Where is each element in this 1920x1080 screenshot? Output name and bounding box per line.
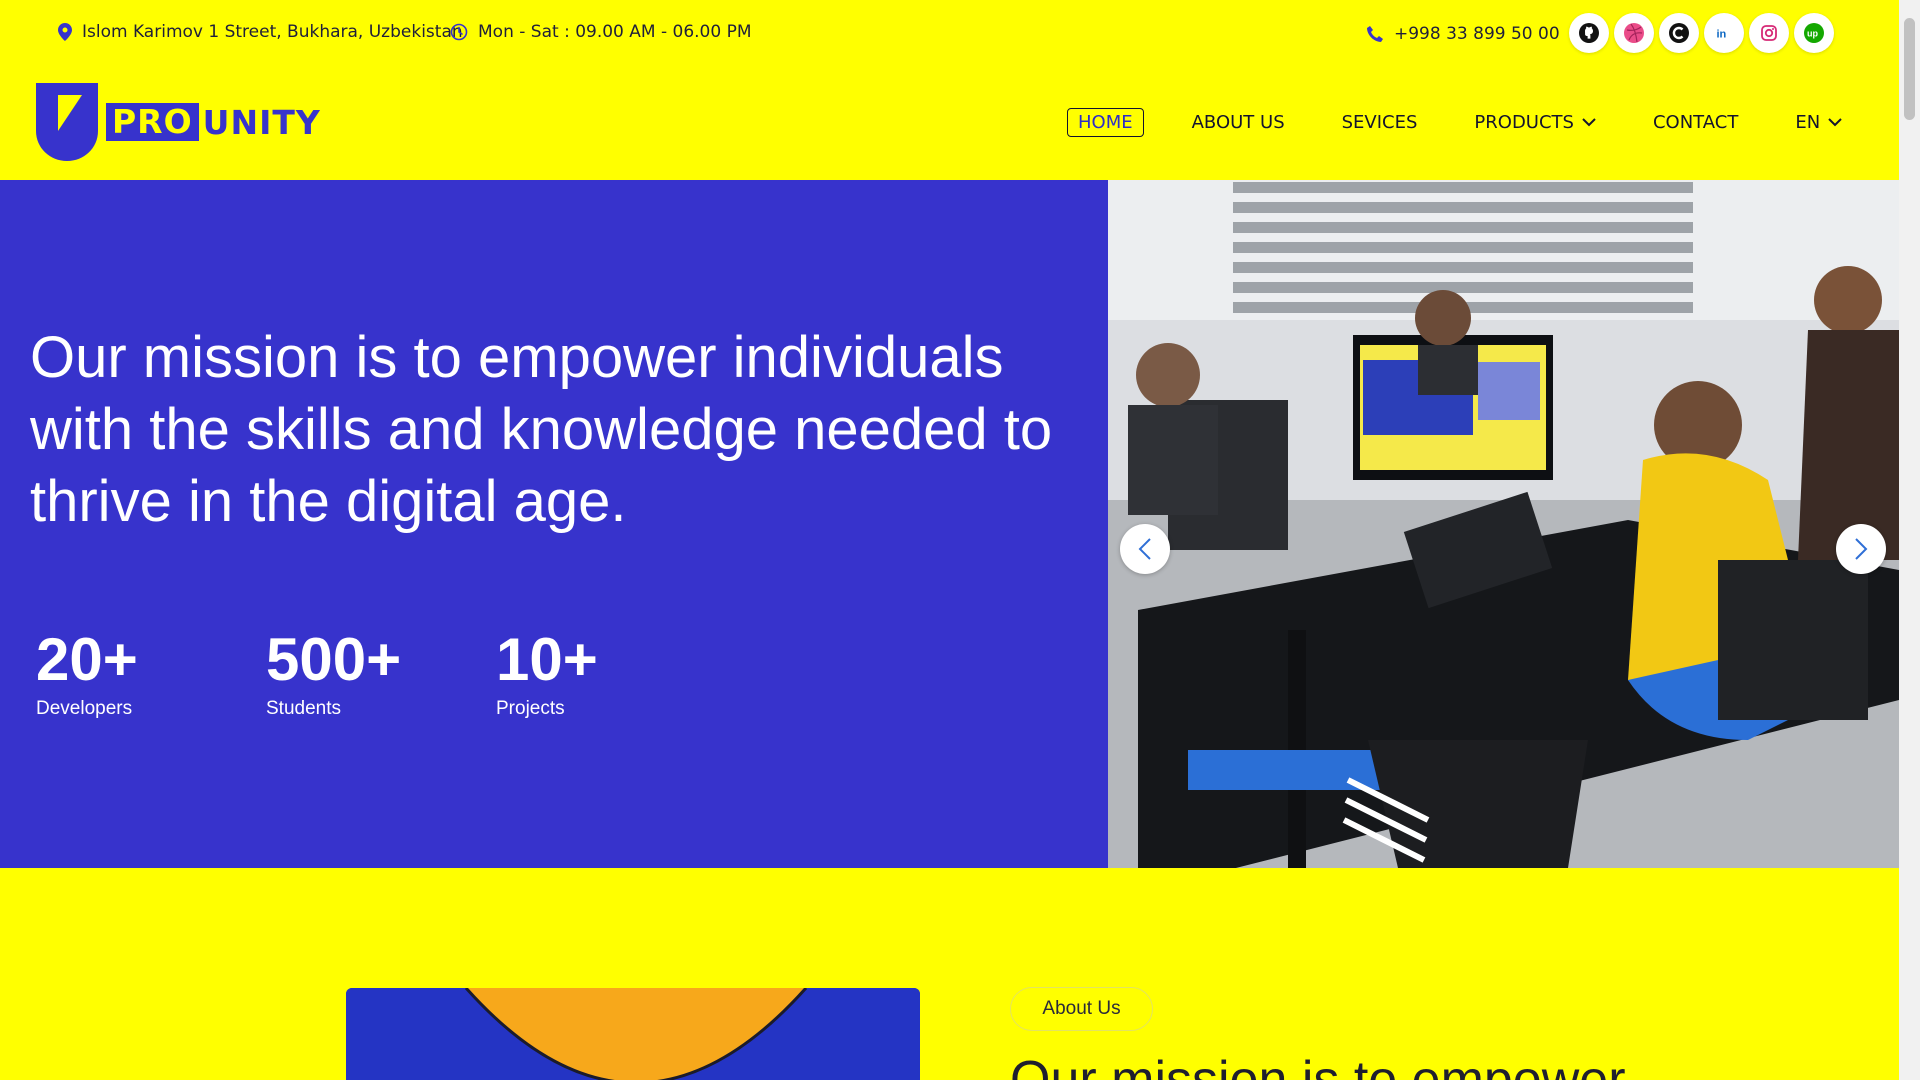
chevron-right-icon: [1855, 538, 1868, 560]
dribbble-icon: [1624, 23, 1644, 43]
svg-text:up: up: [1807, 29, 1818, 39]
nav-products[interactable]: PRODUCTS: [1474, 112, 1596, 133]
logo-unity-text: UNITY: [202, 102, 321, 142]
main-nav: HOME ABOUT US SEVICES PRODUCTS CONTACT E…: [1067, 108, 1842, 137]
hero-text-panel: Our mission is to empower individuals wi…: [0, 180, 1108, 868]
instagram-icon: [1761, 25, 1777, 41]
logo-pro-text: PRO: [106, 103, 199, 141]
phone-icon: [1367, 26, 1383, 42]
location-pin-icon: [58, 23, 72, 41]
hours-info: Mon - Sat : 09.00 AM - 06.00 PM: [450, 22, 752, 42]
prounity-logo[interactable]: PRO UNITY: [36, 83, 321, 161]
dribbble-link[interactable]: [1614, 13, 1654, 53]
stat-value: 500+: [266, 626, 402, 693]
stat-developers: 20+ Developers: [36, 628, 138, 720]
nav-home[interactable]: HOME: [1067, 108, 1144, 137]
top-info-bar: Islom Karimov 1 Street, Bukhara, Uzbekis…: [0, 0, 1899, 66]
chevron-left-icon: [1138, 538, 1151, 560]
linkedin-link[interactable]: in: [1704, 13, 1744, 53]
about-photo: [346, 988, 920, 1080]
stat-label: Developers: [36, 698, 133, 719]
scrollbar-thumb[interactable]: [1904, 18, 1915, 120]
stat-label: Students: [266, 698, 341, 719]
language-label: EN: [1795, 112, 1821, 133]
svg-text:in: in: [1717, 29, 1727, 41]
chevron-down-icon: [1582, 118, 1596, 127]
page: Islom Karimov 1 Street, Bukhara, Uzbekis…: [0, 0, 1899, 1080]
social-links: in up: [1569, 13, 1834, 53]
stat-label: Projects: [496, 698, 565, 719]
hours-text: Mon - Sat : 09.00 AM - 06.00 PM: [478, 22, 752, 42]
hero-section: Our mission is to empower individuals wi…: [0, 180, 1899, 868]
linkedin-icon: in: [1717, 29, 1727, 41]
github-icon: [1579, 23, 1599, 43]
phone-text: +998 33 899 50 00: [1394, 24, 1560, 44]
nav-products-label: PRODUCTS: [1474, 112, 1574, 133]
stat-value: 20+: [36, 626, 138, 693]
instagram-link[interactable]: [1749, 13, 1789, 53]
logo-wordmark: PRO UNITY: [106, 103, 321, 142]
codepen-icon: [1669, 23, 1689, 43]
phone-info[interactable]: +998 33 899 50 00: [1366, 24, 1560, 44]
shield-logo-icon: [36, 83, 98, 161]
nav-about-us[interactable]: ABOUT US: [1192, 112, 1285, 133]
about-us-badge: About Us: [1010, 987, 1153, 1031]
nav-services[interactable]: SEVICES: [1342, 112, 1418, 133]
stat-value: 10+: [496, 626, 598, 693]
clock-icon: [450, 23, 468, 41]
office-photo: [1108, 180, 1899, 868]
stat-projects: 10+ Projects: [496, 628, 598, 720]
hero-title: Our mission is to empower individuals wi…: [30, 325, 1053, 534]
carousel-prev-button[interactable]: [1120, 524, 1170, 574]
codepen-link[interactable]: [1659, 13, 1699, 53]
nav-contact[interactable]: CONTACT: [1653, 112, 1738, 133]
carousel-next-button[interactable]: [1836, 524, 1886, 574]
chevron-down-icon: [1828, 118, 1842, 127]
upwork-link[interactable]: up: [1794, 13, 1834, 53]
page-scrollbar[interactable]: [1899, 0, 1920, 1080]
stat-students: 500+ Students: [266, 628, 401, 720]
about-heading: Our mission is to empower: [1010, 1051, 1626, 1080]
hero-photo-carousel: [1108, 180, 1899, 868]
upwork-icon: up: [1804, 23, 1824, 43]
address-text: Islom Karimov 1 Street, Bukhara, Uzbekis…: [82, 22, 463, 42]
language-select[interactable]: EN: [1795, 112, 1842, 133]
address-info: Islom Karimov 1 Street, Bukhara, Uzbekis…: [58, 22, 463, 42]
about-image: [346, 988, 920, 1080]
github-link[interactable]: [1569, 13, 1609, 53]
